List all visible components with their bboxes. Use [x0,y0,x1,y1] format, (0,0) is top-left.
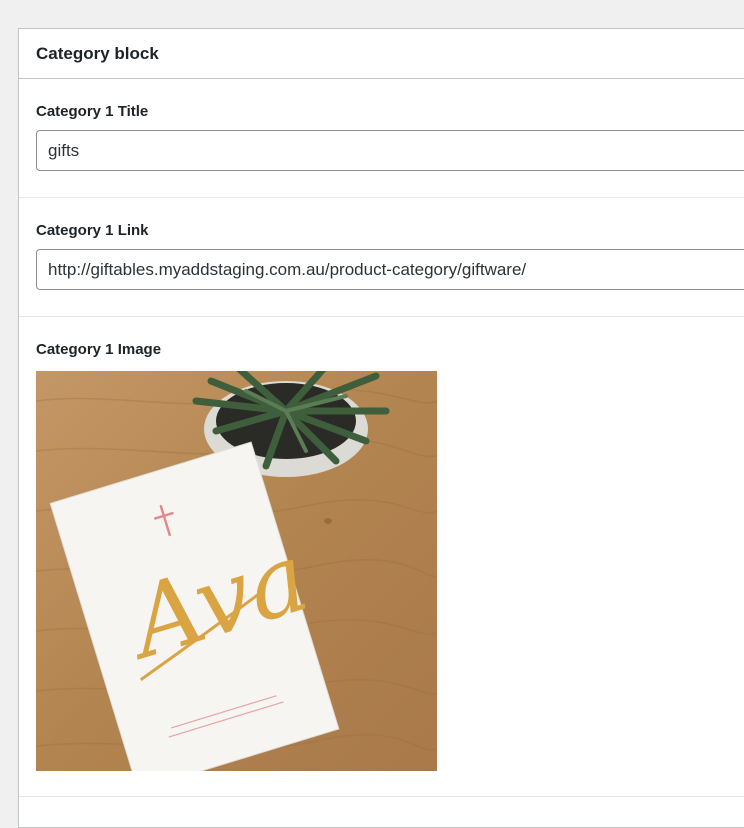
category-1-title-field: Category 1 Title [19,79,744,198]
panel-header: Category block [19,29,744,79]
category-1-title-input[interactable] [36,130,744,171]
category-1-image-preview[interactable]: Ava [36,371,437,771]
wood-knot [324,518,332,524]
category-block-panel: Category block Category 1 Title Category… [18,28,744,828]
category-1-title-label: Category 1 Title [36,103,149,120]
panel-title: Category block [36,43,159,63]
category-1-link-field: Category 1 Link [19,198,744,317]
category-1-image-field: Category 1 Image Ava [19,317,744,797]
category-image-photo: Ava [36,371,437,771]
category-1-image-label: Category 1 Image [36,341,162,358]
category-1-link-label: Category 1 Link [36,222,149,239]
category-1-link-input[interactable] [36,249,744,290]
